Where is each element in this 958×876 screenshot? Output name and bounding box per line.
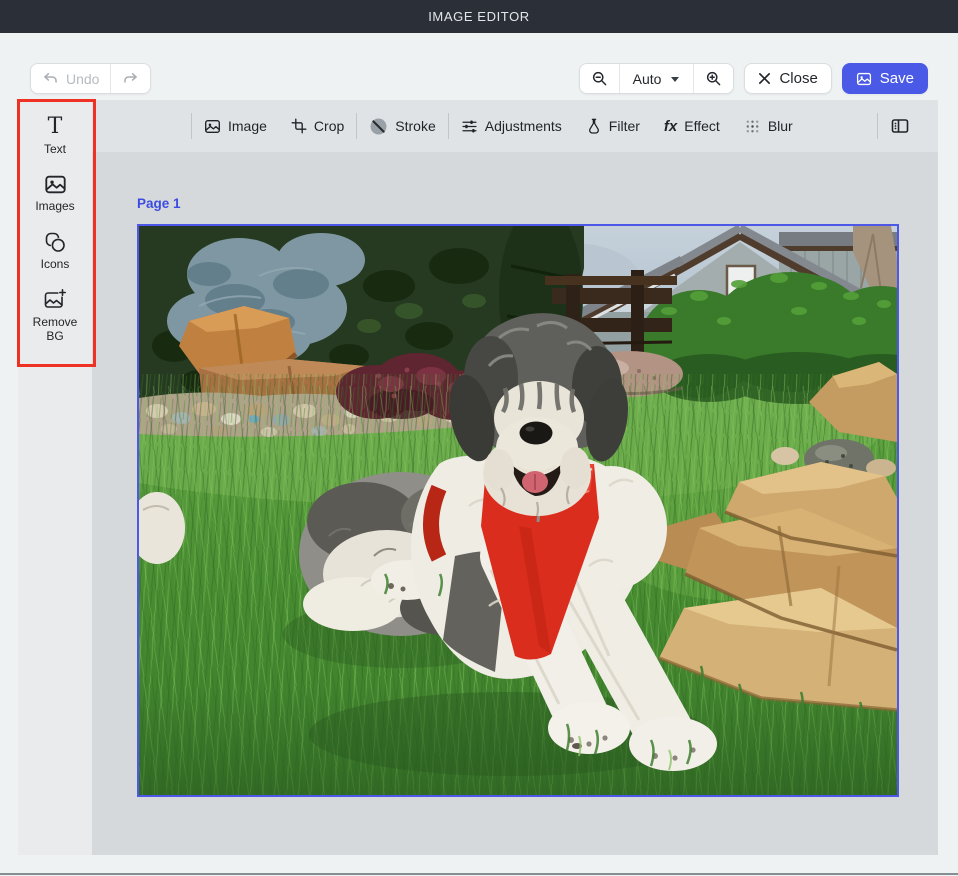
toolbar-item-blur[interactable]: Blur <box>732 100 805 152</box>
toolbar-item-label: Effect <box>684 118 720 134</box>
action-bar: Undo <box>30 63 928 94</box>
fx-icon: fx <box>664 118 677 135</box>
toolbar-item-label: Blur <box>768 118 793 134</box>
page-label[interactable]: Page 1 <box>137 196 181 211</box>
sidebar-item-label: Icons <box>41 257 70 271</box>
sidebar-item-remove-bg[interactable]: Remove BG <box>22 288 88 343</box>
zoom-in-icon <box>705 70 722 87</box>
zoom-out-icon <box>591 70 608 87</box>
dot-grid-icon <box>744 118 761 135</box>
toolbar-item-filter[interactable]: Filter <box>574 100 652 152</box>
crop-icon <box>291 118 307 134</box>
sidebar-item-text[interactable]: T Text <box>22 113 88 156</box>
toolbar-item-adjustments[interactable]: Adjustments <box>449 100 574 152</box>
toolbar-item-effect[interactable]: fx Effect <box>652 100 732 152</box>
editor-main: Image Crop Stroke <box>92 100 938 855</box>
save-button[interactable]: Save <box>842 63 928 94</box>
sidebar-item-label: Remove BG <box>29 315 81 343</box>
stroke-none-icon <box>369 117 388 136</box>
zoom-level-value: Auto <box>633 71 662 87</box>
redo-icon <box>122 70 139 87</box>
titlebar: IMAGE EDITOR <box>0 0 958 33</box>
remove-background-icon <box>43 288 67 312</box>
format-toolbar: Image Crop Stroke <box>92 100 938 152</box>
zoom-controls: Auto <box>579 63 735 94</box>
canvas-area[interactable]: Page 1 <box>92 152 938 855</box>
sidebar-item-images[interactable]: Images <box>22 173 88 213</box>
toolbar-item-label: Stroke <box>395 118 435 134</box>
image-icon <box>44 173 67 196</box>
toolbar-item-label: Adjustments <box>485 118 562 134</box>
history-controls: Undo <box>30 63 151 94</box>
sidebar: T Text Images Icons <box>18 100 92 855</box>
image-icon <box>204 118 221 135</box>
sidebar-item-label: Images <box>35 199 74 213</box>
undo-button[interactable]: Undo <box>31 64 110 93</box>
undo-label: Undo <box>66 71 99 87</box>
window-bottom-edge <box>0 873 958 875</box>
chevron-down-icon <box>670 75 680 83</box>
panel-toggle-button[interactable] <box>878 100 922 152</box>
view-controls: Auto Close <box>579 63 928 94</box>
zoom-level-select[interactable]: Auto <box>619 64 694 93</box>
sliders-icon <box>461 118 478 135</box>
toolbar-item-stroke[interactable]: Stroke <box>357 100 447 152</box>
flask-icon <box>586 118 602 134</box>
shapes-icon <box>43 230 67 254</box>
toolbar-item-crop[interactable]: Crop <box>279 100 356 152</box>
toolbar-item-label: Image <box>228 118 267 134</box>
close-label: Close <box>779 70 817 87</box>
close-icon <box>758 72 771 85</box>
window-title: IMAGE EDITOR <box>428 9 530 24</box>
toolbar-item-image[interactable]: Image <box>192 100 279 152</box>
toolbar-item-label: Filter <box>609 118 640 134</box>
save-label: Save <box>880 70 914 87</box>
side-panel-icon <box>890 116 910 136</box>
sidebar-item-icons[interactable]: Icons <box>22 230 88 271</box>
selected-image[interactable] <box>137 224 899 797</box>
image-icon <box>856 71 872 87</box>
editor-panel: T Text Images Icons <box>18 100 938 855</box>
zoom-in-button[interactable] <box>693 64 733 93</box>
redo-button[interactable] <box>110 64 150 93</box>
undo-icon <box>42 70 59 87</box>
sidebar-item-label: Text <box>44 142 66 156</box>
dog-photo <box>139 226 897 795</box>
close-button[interactable]: Close <box>744 63 831 94</box>
zoom-out-button[interactable] <box>580 64 619 93</box>
svg-text:T: T <box>48 114 63 139</box>
text-icon: T <box>43 113 67 139</box>
toolbar-item-label: Crop <box>314 118 344 134</box>
